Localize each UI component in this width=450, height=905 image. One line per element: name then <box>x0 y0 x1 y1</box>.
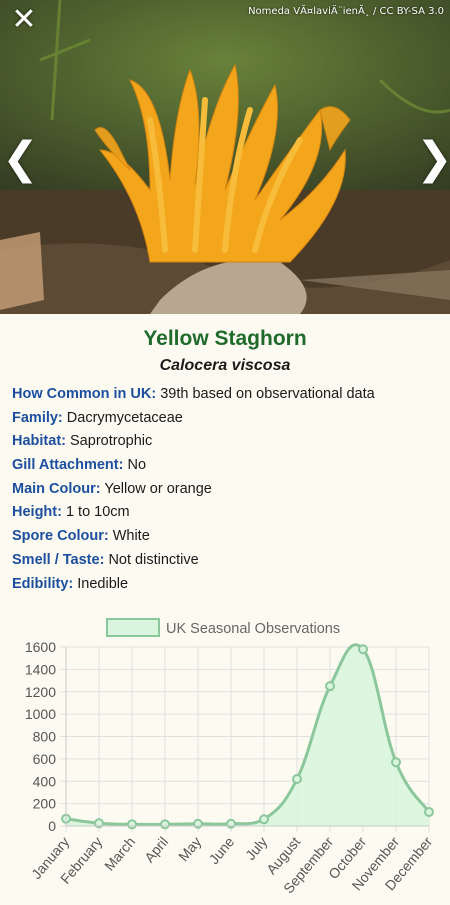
fact-label: Main Colour: <box>12 480 101 497</box>
fact-edibility: Edibility: Inedible <box>12 576 442 600</box>
data-point <box>424 807 434 818</box>
fact-value: White <box>112 528 150 545</box>
facts-list: How Common in UK: 39th based on observat… <box>12 386 442 599</box>
series-area <box>66 644 429 826</box>
legend-label: UK Seasonal Observations <box>166 621 340 637</box>
y-tick-label: 1600 <box>25 639 56 655</box>
fact-main-colour: Main Colour: Yellow or orange <box>12 481 442 505</box>
fact-gill-attachment: Gill Attachment: No <box>12 457 442 481</box>
x-tick-label: June <box>206 833 238 867</box>
seasonal-chart-svg: UK Seasonal Observations 0 200 400 600 800 100… <box>25 618 436 896</box>
y-tick-label: 1200 <box>25 684 56 700</box>
data-point <box>391 757 401 768</box>
legend-swatch <box>106 618 160 637</box>
fact-label: Spore Colour: <box>12 528 109 545</box>
chevron-right-icon[interactable]: ❯ <box>416 134 450 184</box>
fact-value: No <box>127 457 147 474</box>
y-tick-label: 0 <box>48 818 56 834</box>
fact-label: Height: <box>12 504 62 521</box>
data-point <box>358 644 368 655</box>
y-tick-label: 600 <box>33 751 57 767</box>
fact-how-common: How Common in UK: 39th based on observat… <box>12 386 442 410</box>
chevron-left-icon[interactable]: ❮ <box>2 134 39 184</box>
data-point <box>226 818 236 829</box>
fact-label: Smell / Taste: <box>12 551 105 568</box>
seasonal-chart: UK Seasonal Observations 0 200 400 600 800 100… <box>0 612 450 900</box>
x-tick-label: March <box>101 834 138 874</box>
y-tick-label: 800 <box>33 729 57 745</box>
fact-smell-taste: Smell / Taste: Not distinctive <box>12 552 442 576</box>
data-point <box>325 681 335 692</box>
fact-label: Edibility: <box>12 575 74 592</box>
species-photo: ✕ Nomeda VĂ¤laviÄ¨ienĂ˛ / CC BY-SA 3.0 ❮… <box>0 0 450 314</box>
fact-value: Not distinctive <box>108 551 199 568</box>
common-name: Yellow Staghorn <box>143 327 307 350</box>
data-point <box>160 819 170 830</box>
fact-label: Family: <box>12 409 63 426</box>
y-tick-label: 400 <box>33 773 57 789</box>
fact-value: 1 to 10cm <box>65 504 130 521</box>
fact-label: Gill Attachment: <box>12 457 124 474</box>
x-tick-label: July <box>242 834 270 863</box>
data-point <box>193 818 203 829</box>
x-tick-label: May <box>175 834 204 865</box>
fact-habitat: Habitat: Saprotrophic <box>12 433 442 457</box>
y-tick-label: 1000 <box>25 706 56 722</box>
fact-family: Family: Dacrymycetaceae <box>12 410 442 434</box>
mushroom-photo-illustration <box>0 0 450 314</box>
fact-label: Habitat: <box>12 433 66 450</box>
y-tick-label: 1400 <box>25 661 56 677</box>
fact-value: Dacrymycetaceae <box>66 409 183 426</box>
latin-name: Calocera viscosa <box>159 357 291 374</box>
fact-label: How Common in UK: <box>12 386 157 402</box>
photo-credit: Nomeda VĂ¤laviÄ¨ienĂ˛ / CC BY-SA 3.0 <box>248 6 444 17</box>
close-icon[interactable]: ✕ <box>8 4 40 36</box>
fact-value: 39th based on observational data <box>160 386 375 402</box>
fact-spore-colour: Spore Colour: White <box>12 528 442 552</box>
x-tick-label: April <box>141 834 171 866</box>
data-point <box>292 774 302 785</box>
fact-value: Saprotrophic <box>70 433 153 450</box>
y-tick-label: 200 <box>33 796 57 812</box>
fact-value: Yellow or orange <box>104 480 212 497</box>
data-point <box>127 819 137 830</box>
fact-height: Height: 1 to 10cm <box>12 504 442 528</box>
data-point <box>259 814 269 825</box>
fact-value: Inedible <box>77 575 129 592</box>
